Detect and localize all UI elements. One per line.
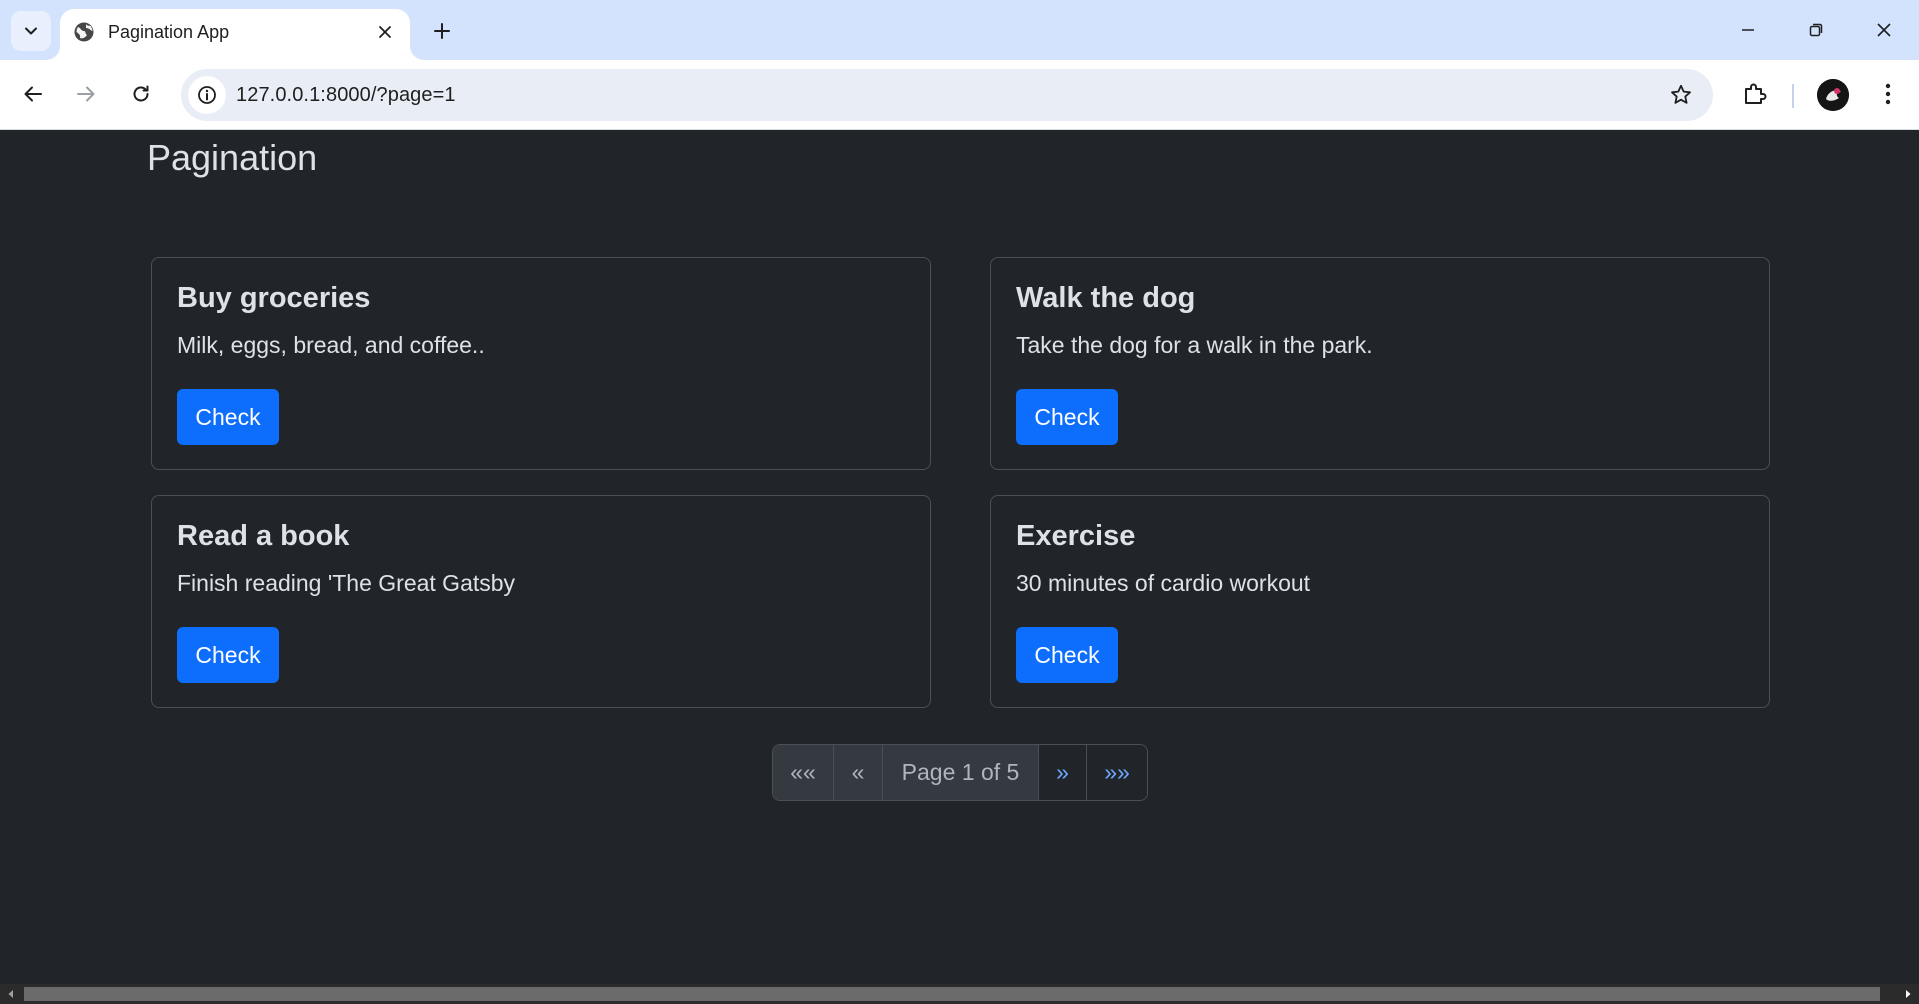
forward-icon [77,86,95,102]
pagination: «« « Page 1 of 5 » »» [772,744,1148,801]
browser-toolbar: 127.0.0.1:8000/?page=1 [0,60,1919,130]
minimize-button[interactable] [1714,0,1782,60]
restore-icon [1809,23,1823,37]
new-tab-button[interactable] [422,11,462,51]
page-title: Pagination [147,137,318,178]
close-window-button[interactable] [1850,0,1918,60]
check-button[interactable]: Check [177,389,279,445]
page-content: Pagination Buy groceries Milk, eggs, bre… [0,131,1919,984]
first-page-button: «« [773,745,834,800]
back-icon [24,86,42,102]
chevron-down-icon [25,27,37,35]
check-button[interactable]: Check [1016,627,1118,683]
bookmark-button[interactable] [1663,77,1699,113]
avatar-image [1817,79,1849,111]
reload-icon [133,85,149,102]
card-title: Exercise [1016,520,1136,552]
task-card: Walk the dog Take the dog for a walk in … [990,257,1770,470]
card-title: Read a book [177,520,350,552]
triangle-right-icon [1906,990,1911,998]
card-title: Walk the dog [1016,282,1196,314]
more-vert-icon [1885,83,1891,105]
plus-icon [434,23,450,39]
tab-close-button[interactable] [370,17,400,47]
card-text: 30 minutes of cardio workout [1016,570,1311,596]
tab-strip: Pagination App [0,0,1919,60]
more-menu-button[interactable] [1867,73,1909,115]
last-page-link[interactable]: »» [1087,745,1147,800]
star-icon [1671,84,1691,104]
forward-button[interactable] [65,73,107,115]
address-bar[interactable]: 127.0.0.1:8000/?page=1 [181,69,1713,121]
avatar[interactable] [1817,79,1849,111]
next-page-link[interactable]: » [1039,745,1087,800]
minimize-icon [1742,29,1754,31]
task-card: Exercise 30 minutes of cardio workout Ch… [990,495,1770,708]
back-button[interactable] [12,73,54,115]
browser-tab[interactable]: Pagination App [60,9,410,60]
info-icon [198,86,216,104]
restore-button[interactable] [1782,0,1850,60]
page-indicator: Page 1 of 5 [883,745,1039,800]
extensions-button[interactable] [1733,73,1775,115]
url-text[interactable]: 127.0.0.1:8000/?page=1 [236,82,456,108]
extensions-icon [1745,83,1767,104]
task-card: Buy groceries Milk, eggs, bread, and cof… [151,257,931,470]
check-button[interactable]: Check [177,627,279,683]
card-text: Take the dog for a walk in the park. [1016,332,1373,358]
site-info-button[interactable] [188,76,226,114]
scrollbar-thumb[interactable] [24,987,1880,1001]
scroll-right-arrow[interactable] [1897,984,1919,1004]
reload-button[interactable] [120,73,162,115]
card-text: Finish reading 'The Great Gatsby [177,570,516,596]
scroll-left-arrow[interactable] [0,984,22,1004]
task-card: Read a book Finish reading 'The Great Ga… [151,495,931,708]
check-button[interactable]: Check [1016,389,1118,445]
prev-page-button: « [834,745,883,800]
globe-icon [74,22,94,42]
card-title: Buy groceries [177,282,371,314]
close-window-icon [1877,23,1891,37]
horizontal-scrollbar[interactable] [0,984,1919,1004]
tab-search-button[interactable] [11,11,51,51]
card-text: Milk, eggs, bread, and coffee.. [177,332,485,358]
triangle-left-icon [8,990,13,998]
tab-title: Pagination App [108,22,230,42]
close-icon [379,26,391,38]
toolbar-divider [1792,84,1794,108]
